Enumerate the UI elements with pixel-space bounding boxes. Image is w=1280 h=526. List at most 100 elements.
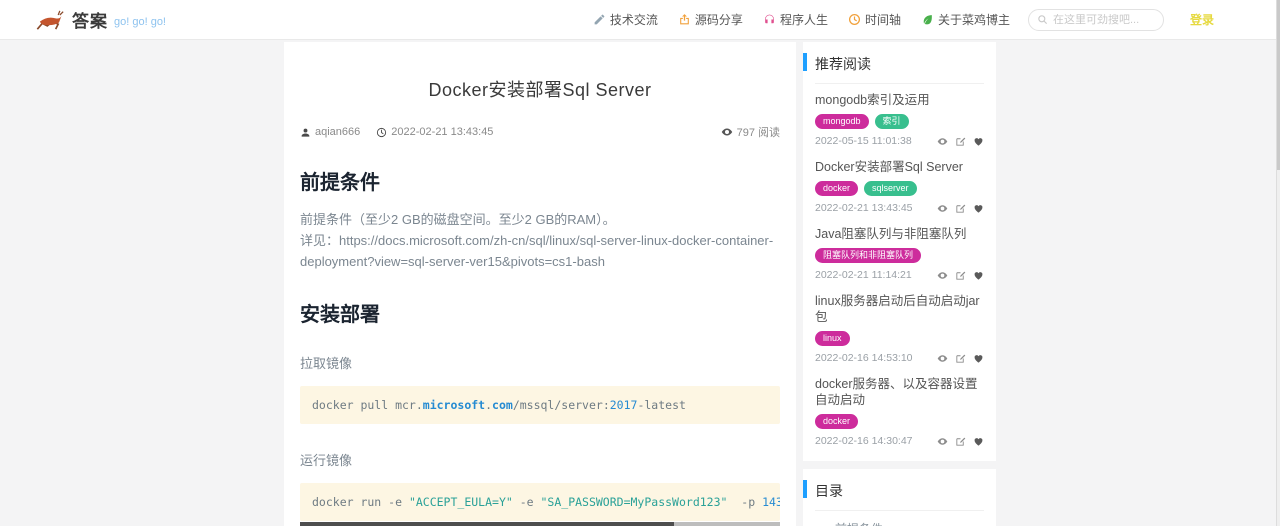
toc-card: 目录 前提条件安装部署 bbox=[803, 469, 996, 526]
post-actions bbox=[937, 203, 984, 214]
main-nav: 技术交流 源码分享 程序人生 时间轴 关于菜鸡博主 bbox=[593, 11, 1010, 28]
leaf-icon bbox=[923, 15, 932, 25]
edit-icon[interactable] bbox=[955, 136, 966, 147]
post-tags: mongodb 索引 bbox=[815, 114, 984, 129]
accent-bar bbox=[803, 53, 807, 71]
edit-icon[interactable] bbox=[955, 203, 966, 214]
views-icon[interactable] bbox=[937, 270, 948, 281]
post-title[interactable]: Docker安装部署Sql Server bbox=[815, 159, 984, 175]
post-tags: linux bbox=[815, 331, 984, 346]
nav-item-3[interactable]: 时间轴 bbox=[848, 11, 901, 28]
post-tag[interactable]: docker bbox=[815, 181, 859, 196]
post-title[interactable]: mongodb索引及运用 bbox=[815, 92, 984, 108]
read-count: 797 阅读 bbox=[721, 124, 780, 140]
site-title: 答案 bbox=[72, 12, 108, 31]
post-date: 2022-02-16 14:30:47 bbox=[815, 435, 913, 447]
prereq-paragraph: 前提条件（至少2 GB的磁盘空间。至少2 GB的RAM）。 详见：https:/… bbox=[300, 209, 780, 272]
views-icon[interactable] bbox=[937, 436, 948, 447]
headset-icon bbox=[765, 14, 774, 24]
post-tags: docker sqlserver bbox=[815, 181, 984, 196]
post-meta: 2022-02-16 14:30:47 bbox=[815, 435, 984, 447]
prereq-line1: 前提条件（至少2 GB的磁盘空间。至少2 GB的RAM）。 bbox=[300, 212, 616, 227]
recommended-title: 推荐阅读 bbox=[815, 52, 984, 84]
post-tag[interactable]: sqlserver bbox=[864, 181, 917, 196]
post-meta: 2022-02-21 11:14:21 bbox=[815, 269, 984, 281]
post-tags: docker bbox=[815, 414, 984, 429]
search-box[interactable] bbox=[1027, 8, 1164, 31]
recommended-post: Docker安装部署Sql Server docker sqlserver 202… bbox=[815, 151, 984, 218]
post-meta: 2022-02-21 13:43:45 bbox=[815, 202, 984, 214]
post-title[interactable]: docker服务器、以及容器设置自动启动 bbox=[815, 376, 984, 408]
deer-logo-icon bbox=[36, 10, 64, 30]
edit-icon[interactable] bbox=[955, 270, 966, 281]
login-button[interactable]: 登录 bbox=[1190, 11, 1214, 28]
views-icon[interactable] bbox=[937, 136, 948, 147]
toc-list: 前提条件安装部署 bbox=[815, 520, 984, 526]
post-date: 2022-02-16 14:53:10 bbox=[815, 352, 913, 364]
nav-item-4[interactable]: 关于菜鸡博主 bbox=[921, 11, 1010, 28]
section-heading-prereq: 前提条件 bbox=[300, 172, 380, 194]
post-actions bbox=[937, 353, 984, 364]
post-meta: 2022-02-16 14:53:10 bbox=[815, 352, 984, 364]
post-actions bbox=[937, 270, 984, 281]
top-navbar: 答案 go! go! go! 技术交流 源码分享 程序人生 时间轴 关于菜鸡博主… bbox=[0, 0, 1280, 40]
code-block-run: docker run -e "ACCEPT_EULA=Y" -e "SA_PAS… bbox=[300, 483, 780, 521]
code-horizontal-scrollbar[interactable] bbox=[300, 522, 780, 526]
heart-icon[interactable] bbox=[973, 270, 984, 281]
post-date: 2022-05-15 11:01:38 bbox=[815, 135, 912, 147]
person-icon bbox=[301, 128, 310, 137]
nav-item-2[interactable]: 程序人生 bbox=[763, 11, 828, 28]
sidebar: 推荐阅读 mongodb索引及运用 mongodb 索引 2022-05-15 1… bbox=[803, 42, 996, 526]
share-icon bbox=[680, 14, 689, 25]
search-input[interactable] bbox=[1052, 13, 1155, 26]
article-card: Docker安装部署Sql Server aqian666 2022-02-21… bbox=[284, 42, 796, 526]
views-icon[interactable] bbox=[937, 203, 948, 214]
post-tag[interactable]: 索引 bbox=[874, 114, 909, 129]
recommended-list: mongodb索引及运用 mongodb 索引 2022-05-15 11:01:… bbox=[815, 84, 984, 451]
post-title[interactable]: Java阻塞队列与非阻塞队列 bbox=[815, 226, 984, 242]
nav-item-0[interactable]: 技术交流 bbox=[593, 11, 658, 28]
heart-icon[interactable] bbox=[973, 203, 984, 214]
scrollbar-thumb[interactable] bbox=[300, 522, 675, 526]
recommended-post: mongodb索引及运用 mongodb 索引 2022-05-15 11:01:… bbox=[815, 84, 984, 151]
publish-date: 2022-02-21 13:43:45 bbox=[391, 126, 494, 138]
edit-icon[interactable] bbox=[955, 353, 966, 364]
toc-item-0[interactable]: 前提条件 bbox=[835, 520, 984, 526]
date-meta: 2022-02-21 13:43:45 bbox=[376, 126, 493, 138]
heart-icon[interactable] bbox=[973, 136, 984, 147]
post-date: 2022-02-21 13:43:45 bbox=[815, 202, 913, 214]
toc-title: 目录 bbox=[815, 479, 984, 511]
content-area: Docker安装部署Sql Server aqian666 2022-02-21… bbox=[284, 42, 996, 526]
post-actions bbox=[937, 436, 984, 447]
site-logo[interactable]: 答案 go! go! go! bbox=[34, 7, 166, 33]
post-tag[interactable]: linux bbox=[815, 331, 850, 346]
heart-icon[interactable] bbox=[973, 436, 984, 447]
post-tag[interactable]: 阻塞队列和非阻塞队列 bbox=[815, 248, 922, 263]
recommended-post: Java阻塞队列与非阻塞队列 阻塞队列和非阻塞队列 2022-02-21 11:… bbox=[815, 218, 984, 285]
accent-bar bbox=[803, 480, 807, 498]
post-tag[interactable]: docker bbox=[815, 414, 859, 429]
eye-icon bbox=[721, 128, 732, 136]
pencil-icon bbox=[594, 14, 605, 25]
article-title: Docker安装部署Sql Server bbox=[428, 80, 652, 100]
recommended-post: linux服务器启动后自动启动jar包 linux 2022-02-16 14:… bbox=[815, 285, 984, 368]
views-icon[interactable] bbox=[937, 353, 948, 364]
site-slogan: go! go! go! bbox=[114, 15, 166, 28]
run-image-label: 运行镜像 bbox=[300, 453, 353, 468]
post-meta: 2022-05-15 11:01:38 bbox=[815, 135, 984, 147]
post-tag[interactable]: mongodb bbox=[815, 114, 869, 129]
post-date: 2022-02-21 11:14:21 bbox=[815, 269, 912, 281]
section-heading-install: 安装部署 bbox=[300, 304, 380, 326]
article-meta: aqian666 2022-02-21 13:43:45 797 阅读 bbox=[300, 124, 780, 140]
post-actions bbox=[937, 136, 984, 147]
code-block-pull: docker pull mcr.microsoft.com/mssql/serv… bbox=[300, 386, 780, 424]
edit-icon[interactable] bbox=[955, 436, 966, 447]
heart-icon[interactable] bbox=[973, 353, 984, 364]
pull-image-label: 拉取镜像 bbox=[300, 356, 353, 371]
nav-item-1[interactable]: 源码分享 bbox=[678, 11, 743, 28]
post-tags: 阻塞队列和非阻塞队列 bbox=[815, 248, 984, 263]
page-scrollbar[interactable] bbox=[1276, 0, 1280, 526]
author-name: aqian666 bbox=[315, 126, 361, 138]
author-meta: aqian666 bbox=[300, 126, 360, 138]
post-title[interactable]: linux服务器启动后自动启动jar包 bbox=[815, 293, 984, 325]
